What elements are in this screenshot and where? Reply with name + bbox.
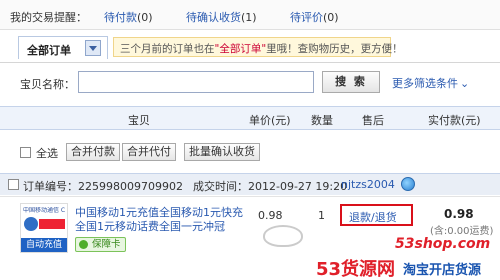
china-mobile-logo-icon bbox=[24, 217, 38, 231]
order-time: 成交时间：2012-09-27 19:20 bbox=[193, 180, 348, 193]
reminder-pending-payment[interactable]: 待付款(0) bbox=[104, 9, 153, 25]
select-all-label: 全选 bbox=[36, 147, 58, 160]
search-row: 宝贝名称： 搜 索 更多筛选条件 ⌄ bbox=[0, 62, 500, 102]
watermark-logo-mark bbox=[263, 225, 303, 247]
insurance-badge[interactable]: 保障卡 bbox=[75, 237, 126, 252]
column-header-after-sale: 售后 bbox=[362, 114, 384, 127]
tab-all-orders[interactable]: 全部订单 bbox=[18, 36, 108, 59]
reminder-pending-receipt[interactable]: 待确认收货(1) bbox=[186, 9, 257, 25]
merge-proxy-pay-button[interactable]: 合并代付 bbox=[122, 143, 176, 161]
more-filters-link[interactable]: 更多筛选条件 ⌄ bbox=[392, 75, 469, 91]
order-number: 订单编号：225998009709902 bbox=[23, 180, 183, 193]
search-input[interactable] bbox=[78, 71, 314, 93]
paid-amount: 0.98 bbox=[444, 207, 474, 221]
column-header-quantity: 数量 bbox=[311, 114, 333, 127]
search-label: 宝贝名称： bbox=[20, 78, 75, 91]
history-notice: 三个月前的订单也在"全部订单"里哦！查购物历史，更方便！ bbox=[113, 37, 403, 57]
batch-confirm-receipt-button[interactable]: 批量确认收货 bbox=[184, 143, 260, 161]
reminder-title: 我的交易提醒： bbox=[10, 11, 87, 24]
watermark-logo: 53货源网 bbox=[316, 259, 396, 280]
unit-price: 0.98 bbox=[258, 209, 283, 222]
watermark-slogan: 淘宝开店货源 bbox=[403, 263, 482, 278]
trade-reminder-bar: 我的交易提醒： 待付款(0) 待确认收货(1) 待评价(0) bbox=[0, 0, 500, 30]
thumb-brand-text: 中国移动通信 CHINA MOBILE bbox=[23, 207, 65, 214]
chevron-down-icon: ⌄ bbox=[460, 77, 470, 90]
watermark-url: 53shop.com bbox=[395, 236, 491, 252]
thumb-stripe bbox=[39, 219, 65, 229]
merge-payment-button[interactable]: 合并付款 bbox=[66, 143, 120, 161]
refund-return-link[interactable]: 退款/退货 bbox=[349, 209, 397, 225]
chevron-down-icon[interactable] bbox=[85, 40, 101, 56]
bulk-action-row: 全选 合并付款 合并代付 批量确认收货 bbox=[0, 138, 500, 166]
column-header-item: 宝贝 bbox=[128, 114, 150, 127]
thumb-banner: 自动充值 bbox=[21, 238, 67, 252]
order-checkbox[interactable] bbox=[8, 179, 19, 190]
tab-all-orders-label: 全部订单 bbox=[27, 44, 71, 57]
column-header-paid: 实付款(元) bbox=[428, 114, 481, 127]
product-thumbnail[interactable]: 中国移动通信 CHINA MOBILE 自动充值 bbox=[20, 203, 68, 253]
reminder-pending-review[interactable]: 待评价(0) bbox=[290, 9, 339, 25]
chat-icon[interactable] bbox=[401, 177, 415, 191]
shipping-note: (含:0.00运费) bbox=[430, 226, 494, 237]
seller-link[interactable]: njtzs2004 bbox=[341, 178, 395, 191]
column-header-price: 单价(元) bbox=[249, 114, 291, 127]
select-all-checkbox[interactable] bbox=[20, 147, 31, 158]
order-filter-row: 全部订单 三个月前的订单也在"全部订单"里哦！查购物历史，更方便！ bbox=[0, 30, 500, 62]
product-title-link[interactable]: 中国移动1元充值全国移动1元快充全国1元移动话费全国一元冲冠 bbox=[75, 206, 250, 234]
table-header: 宝贝 单价(元) 数量 售后 实付款(元) bbox=[0, 106, 500, 130]
search-button[interactable]: 搜 索 bbox=[322, 71, 380, 93]
quantity: 1 bbox=[318, 209, 325, 222]
order-header: 订单编号：225998009709902 成交时间：2012-09-27 19:… bbox=[0, 173, 500, 195]
